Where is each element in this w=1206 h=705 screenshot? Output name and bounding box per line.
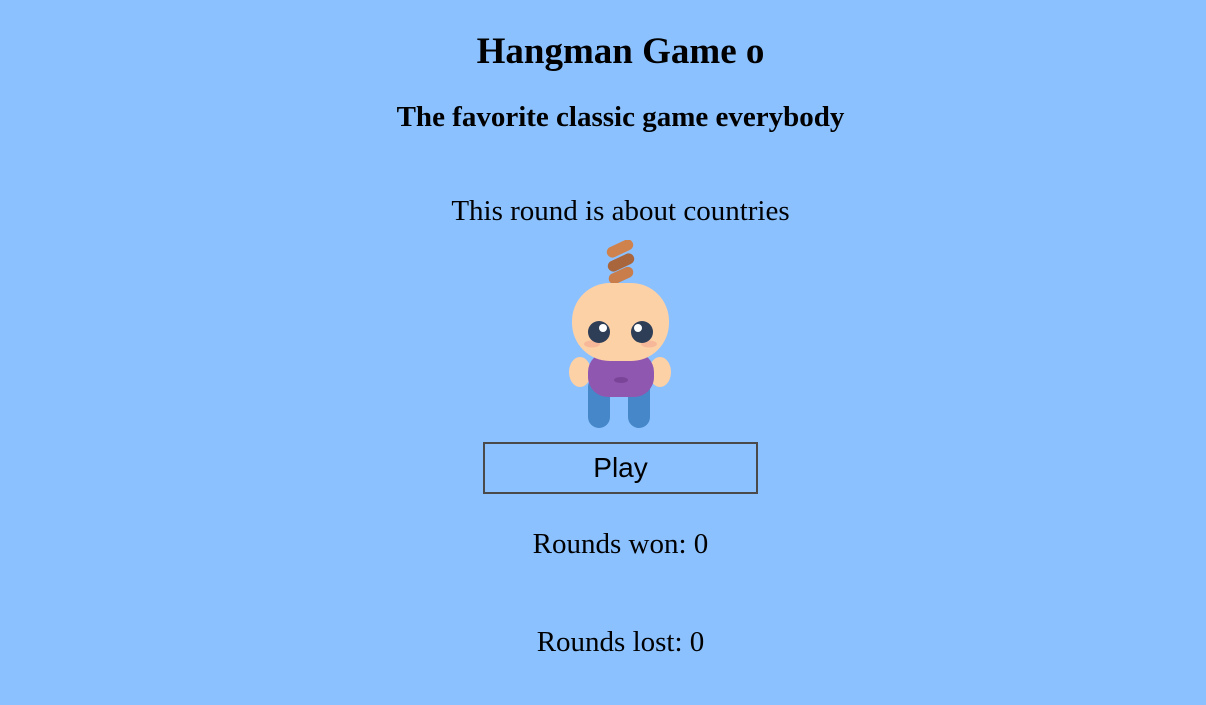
rounds-lost-text: Rounds lost: 0: [536, 626, 705, 658]
page-subtitle: The favorite classic game everybody: [396, 101, 845, 133]
baby-character-icon: [566, 239, 676, 432]
round-topic-text: This round is about countries: [451, 195, 790, 227]
page-title: Hangman Game o: [476, 31, 765, 72]
rounds-won-text: Rounds won: 0: [532, 528, 709, 560]
game-page: Hangman Game o The favorite classic game…: [0, 0, 1206, 705]
play-button[interactable]: Play: [483, 442, 758, 494]
